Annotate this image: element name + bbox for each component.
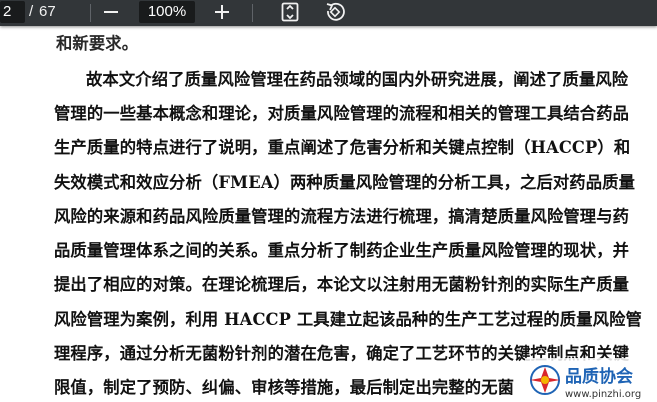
- plus-icon: [215, 5, 229, 19]
- svg-text:品质协会: 品质协会: [565, 366, 633, 387]
- document-line-partial: 和新要求。: [56, 34, 139, 53]
- document-line: 风险的来源和药品风险质量管理的流程方法进行梳理，搞清楚质量风险管理与药: [54, 207, 630, 226]
- pinzhi-watermark-logo: 品质协会 www.pinzhi.org: [525, 358, 657, 402]
- document-line: 失效模式和效应分析（FMEA）两种质量风险管理的分析工具，之后对药品质量: [54, 173, 636, 192]
- zoom-level-input[interactable]: 100%: [139, 1, 195, 23]
- svg-text:www.pinzhi.org: www.pinzhi.org: [565, 389, 641, 400]
- fit-to-page-icon: [281, 2, 299, 22]
- pdf-toolbar: 2 / 67 100%: [0, 0, 657, 26]
- document-line: 限值，制定了预防、纠偏、审核等措施，最后制定出完整的无菌: [54, 378, 515, 397]
- minus-icon: [104, 11, 118, 13]
- toolbar-divider: [252, 4, 253, 22]
- zoom-in-button[interactable]: [209, 1, 235, 23]
- rotate-button[interactable]: [321, 0, 349, 24]
- toolbar-divider: [90, 4, 91, 22]
- zoom-out-button[interactable]: [98, 1, 124, 23]
- document-line: 管理的一些基本概念和理论，对质量风险管理的流程和相关的管理工具结合药品: [54, 104, 630, 123]
- document-line: 品质量管理体系之间的关系。重点分析了制药企业生产质量风险管理的现状，并: [54, 241, 630, 260]
- page-number-input[interactable]: 2: [0, 1, 25, 23]
- document-line: 生产质量的特点进行了说明，重点阐述了危害分析和关键点控制（HACCP）和: [54, 138, 631, 157]
- document-line: 故本文介绍了质量风险管理在药品领域的国内外研究进展，阐述了质量风险: [86, 70, 629, 89]
- document-page: 和新要求。 故本文介绍了质量风险管理在药品领域的国内外研究进展，阐述了质量风险 …: [0, 26, 657, 402]
- page-total: 67: [39, 3, 56, 20]
- rotate-icon: [326, 2, 345, 21]
- document-line: 风险管理为案例，利用 HACCP 工具建立起该品种的生产工艺过程的质量风险管: [54, 310, 642, 329]
- document-line: 提出了相应的对策。在理论梳理后，本论文以注射用无菌粉针剂的实际生产质量: [54, 275, 630, 294]
- page-separator: /: [29, 3, 34, 20]
- fit-to-page-button[interactable]: [277, 1, 303, 23]
